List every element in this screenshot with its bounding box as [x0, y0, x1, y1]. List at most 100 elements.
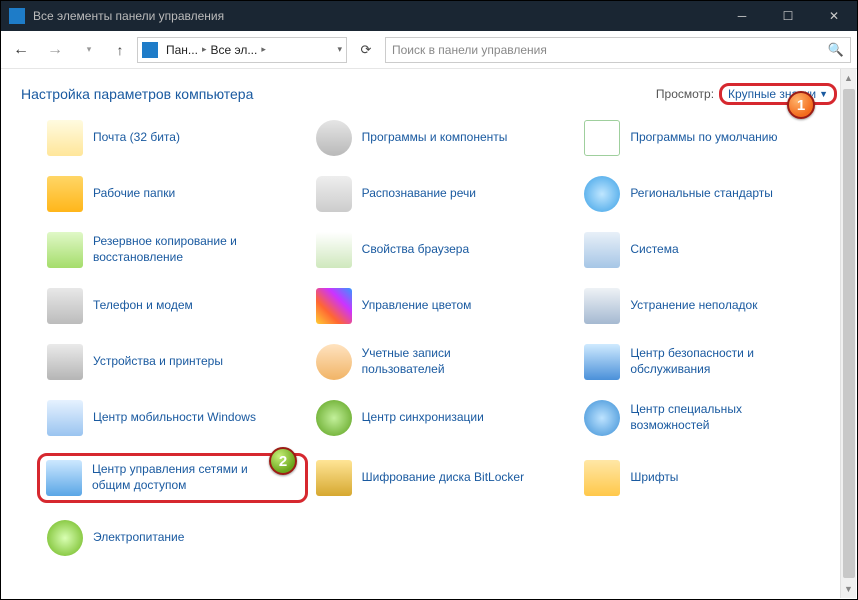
nav-up-button[interactable]: ↑ — [109, 39, 131, 61]
control-panel-item-backup-restore[interactable]: Резервное копирование и восстановление — [47, 229, 308, 271]
titlebar: Все элементы панели управления ─ ☐ ✕ — [1, 1, 857, 31]
navbar: ← → ▾ ↑ Пан... ▸ Все эл... ▸ ▾ ⟳ Поиск в… — [1, 31, 857, 69]
page-heading: Настройка параметров компьютера — [21, 86, 656, 102]
view-by-dropdown[interactable]: Крупные значки ▼ — [719, 83, 837, 105]
item-label: Устранение неполадок — [630, 298, 757, 314]
item-label: Свойства браузера — [362, 242, 470, 258]
color-management-icon — [316, 288, 352, 324]
scroll-thumb[interactable] — [843, 89, 855, 578]
programs-features-icon — [316, 120, 352, 156]
mail-icon — [47, 120, 83, 156]
refresh-button[interactable]: ⟳ — [353, 37, 379, 63]
item-label: Рабочие папки — [93, 186, 175, 202]
sync-center-icon — [316, 400, 352, 436]
control-panel-item-internet-options[interactable]: Свойства браузера — [316, 229, 577, 271]
devices-printers-icon — [47, 344, 83, 380]
item-label: Шрифты — [630, 470, 678, 486]
close-button[interactable]: ✕ — [811, 1, 857, 31]
item-label: Региональные стандарты — [630, 186, 773, 202]
item-label: Шифрование диска BitLocker — [362, 470, 524, 486]
search-input[interactable]: Поиск в панели управления — [392, 43, 828, 57]
nav-back-button[interactable]: ← — [7, 36, 35, 64]
view-by-label: Просмотр: — [656, 87, 714, 101]
control-panel-item-system[interactable]: Система — [584, 229, 845, 271]
item-label: Устройства и принтеры — [93, 354, 223, 370]
bitlocker-icon — [316, 460, 352, 496]
vertical-scrollbar[interactable]: ▲ ▼ — [840, 69, 856, 598]
control-panel-item-power-options[interactable]: Электропитание — [47, 517, 308, 559]
control-panel-icon — [9, 8, 25, 24]
troubleshooting-icon — [584, 288, 620, 324]
region-icon — [584, 176, 620, 212]
annotation-marker-1: 1 — [787, 91, 815, 119]
item-label: Центр специальных возможностей — [630, 402, 795, 433]
breadcrumb-current[interactable]: Все эл... — [206, 43, 261, 57]
internet-options-icon — [316, 232, 352, 268]
control-panel-item-programs-features[interactable]: Программы и компоненты — [316, 117, 577, 159]
control-panel-item-mail[interactable]: Почта (32 бита) — [47, 117, 308, 159]
control-panel-item-security-maintenance[interactable]: Центр безопасности и обслуживания — [584, 341, 845, 383]
item-label: Почта (32 бита) — [93, 130, 180, 146]
content-header: Настройка параметров компьютера Просмотр… — [1, 69, 857, 113]
item-label: Управление цветом — [362, 298, 472, 314]
control-panel-item-fonts[interactable]: Шрифты — [584, 453, 845, 503]
phone-modem-icon — [47, 288, 83, 324]
chevron-right-icon: ▸ — [261, 44, 266, 55]
control-panel-item-network-sharing[interactable]: Центр управления сетями и общим доступом — [37, 453, 308, 503]
control-panel-item-phone-modem[interactable]: Телефон и модем — [47, 285, 308, 327]
system-icon — [584, 232, 620, 268]
item-label: Система — [630, 242, 678, 258]
control-panel-item-region[interactable]: Региональные стандарты — [584, 173, 845, 215]
annotation-marker-2: 2 — [269, 447, 297, 475]
item-label: Распознавание речи — [362, 186, 476, 202]
control-panel-item-devices-printers[interactable]: Устройства и принтеры — [47, 341, 308, 383]
default-programs-icon — [584, 120, 620, 156]
nav-forward-button[interactable]: → — [41, 36, 69, 64]
chevron-down-icon[interactable]: ▾ — [337, 44, 342, 55]
item-label: Программы по умолчанию — [630, 130, 777, 146]
item-label: Центр безопасности и обслуживания — [630, 346, 795, 377]
search-box[interactable]: Поиск в панели управления 🔍 — [385, 37, 851, 63]
network-sharing-icon — [46, 460, 82, 496]
item-label: Центр управления сетями и общим доступом — [92, 462, 257, 493]
work-folders-icon — [47, 176, 83, 212]
control-panel-item-sync-center[interactable]: Центр синхронизации — [316, 397, 577, 439]
scroll-up-button[interactable]: ▲ — [841, 69, 856, 87]
user-accounts-icon — [316, 344, 352, 380]
control-panel-item-troubleshooting[interactable]: Устранение неполадок — [584, 285, 845, 327]
window-controls: ─ ☐ ✕ — [719, 1, 857, 31]
control-panel-item-work-folders[interactable]: Рабочие папки — [47, 173, 308, 215]
breadcrumb-root[interactable]: Пан... — [162, 43, 202, 57]
security-maintenance-icon — [584, 344, 620, 380]
item-label: Программы и компоненты — [362, 130, 508, 146]
item-label: Учетные записи пользователей — [362, 346, 527, 377]
power-options-icon — [47, 520, 83, 556]
chevron-down-icon: ▼ — [819, 89, 828, 99]
item-label: Центр мобильности Windows — [93, 410, 256, 426]
ease-of-access-icon — [584, 400, 620, 436]
item-label: Электропитание — [93, 530, 184, 546]
control-panel-item-mobility-center[interactable]: Центр мобильности Windows — [47, 397, 308, 439]
item-label: Центр синхронизации — [362, 410, 484, 426]
search-icon[interactable]: 🔍 — [828, 42, 844, 58]
control-panel-item-bitlocker[interactable]: Шифрование диска BitLocker — [316, 453, 577, 503]
breadcrumb-icon — [142, 42, 158, 58]
scroll-down-button[interactable]: ▼ — [841, 580, 856, 598]
maximize-button[interactable]: ☐ — [765, 1, 811, 31]
fonts-icon — [584, 460, 620, 496]
minimize-button[interactable]: ─ — [719, 1, 765, 31]
control-panel-item-ease-of-access[interactable]: Центр специальных возможностей — [584, 397, 845, 439]
item-label: Телефон и модем — [93, 298, 193, 314]
window-title: Все элементы панели управления — [33, 9, 719, 23]
item-label: Резервное копирование и восстановление — [93, 234, 258, 265]
control-panel-item-speech-recognition[interactable]: Распознавание речи — [316, 173, 577, 215]
backup-restore-icon — [47, 232, 83, 268]
control-panel-items: Почта (32 бита) Программы и компоненты Про… — [1, 113, 857, 563]
control-panel-item-default-programs[interactable]: Программы по умолчанию — [584, 117, 845, 159]
speech-recognition-icon — [316, 176, 352, 212]
breadcrumb[interactable]: Пан... ▸ Все эл... ▸ ▾ — [137, 37, 347, 63]
control-panel-item-color-management[interactable]: Управление цветом — [316, 285, 577, 327]
control-panel-item-user-accounts[interactable]: Учетные записи пользователей — [316, 341, 577, 383]
mobility-center-icon — [47, 400, 83, 436]
nav-history-dropdown[interactable]: ▾ — [75, 36, 103, 64]
